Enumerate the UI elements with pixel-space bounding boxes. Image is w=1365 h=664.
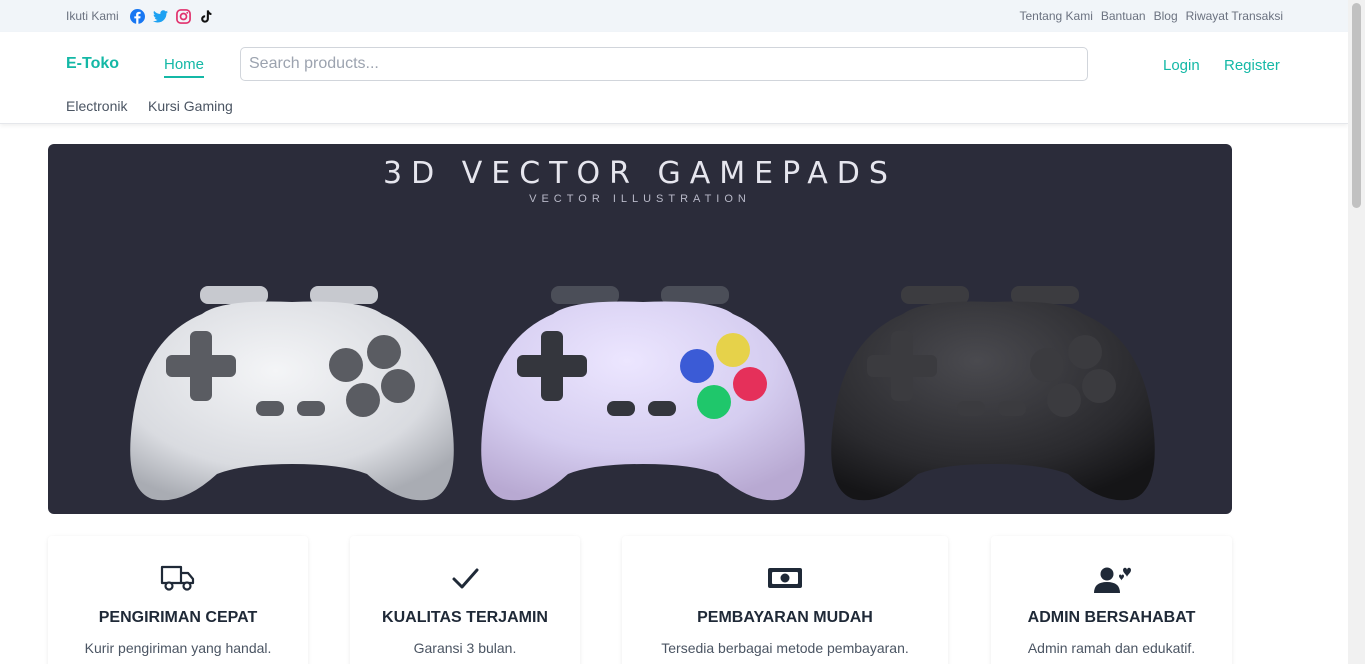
twitter-icon[interactable] — [152, 8, 168, 24]
link-blog[interactable]: Blog — [1154, 9, 1178, 23]
category-electronik[interactable]: Electronik — [66, 98, 127, 114]
feature-desc: Garansi 3 bulan. — [413, 640, 517, 656]
login-link[interactable]: Login — [1163, 57, 1200, 74]
scrollbar-thumb[interactable] — [1352, 3, 1361, 208]
search-input[interactable] — [240, 47, 1088, 81]
money-bill-icon — [622, 564, 948, 594]
check-icon — [350, 564, 580, 594]
feature-title: PENGIRIMAN CEPAT — [98, 609, 258, 626]
hero-title: 3D VECTOR GAMEPADS — [383, 156, 897, 191]
facebook-icon[interactable] — [129, 8, 145, 24]
hero-subtitle: VECTOR ILLUSTRATION — [529, 193, 751, 205]
brand-logo[interactable]: E-Toko — [66, 55, 119, 73]
tiktok-icon[interactable] — [198, 8, 214, 24]
hero-banner[interactable]: 3D VECTOR GAMEPADS VECTOR ILLUSTRATION — [48, 144, 1232, 514]
feature-card-payment: PEMBAYARAN MUDAH Tersedia berbagai metod… — [622, 536, 948, 664]
navbar: E-Toko Home Login Register Electronik Ku… — [0, 32, 1348, 124]
feature-card-shipping: PENGIRIMAN CEPAT Kurir pengiriman yang h… — [48, 536, 308, 664]
feature-title: PEMBAYARAN MUDAH — [697, 609, 873, 626]
instagram-icon[interactable] — [175, 8, 191, 24]
feature-card-quality: KUALITAS TERJAMIN Garansi 3 bulan. — [350, 536, 580, 664]
feature-card-admin: ADMIN BERSAHABAT Admin ramah dan edukati… — [991, 536, 1232, 664]
user-heart-icon — [991, 564, 1232, 594]
feature-desc: Admin ramah dan edukatif. — [1027, 640, 1196, 656]
feature-desc: Kurir pengiriman yang handal. — [84, 640, 272, 656]
feature-desc: Tersedia berbagai metode pembayaran. — [661, 640, 909, 656]
truck-icon — [48, 564, 308, 594]
link-bantuan[interactable]: Bantuan — [1101, 9, 1146, 23]
features-section: PENGIRIMAN CEPAT Kurir pengiriman yang h… — [48, 536, 1232, 664]
register-link[interactable]: Register — [1224, 57, 1280, 74]
feature-title: ADMIN BERSAHABAT — [1027, 609, 1196, 626]
link-riwayat-transaksi[interactable]: Riwayat Transaksi — [1186, 9, 1283, 23]
follow-us-label: Ikuti Kami — [66, 9, 119, 23]
top-links: Tentang Kami Bantuan Blog Riwayat Transa… — [1019, 9, 1283, 23]
category-kursi-gaming[interactable]: Kursi Gaming — [148, 98, 233, 114]
top-bar: Ikuti Kami Tentang Kami Bantuan Blog Riw… — [0, 0, 1348, 32]
feature-title: KUALITAS TERJAMIN — [382, 609, 548, 626]
page-scrollbar[interactable] — [1348, 0, 1365, 664]
nav-home[interactable]: Home — [164, 56, 205, 78]
link-tentang-kami[interactable]: Tentang Kami — [1019, 9, 1092, 23]
